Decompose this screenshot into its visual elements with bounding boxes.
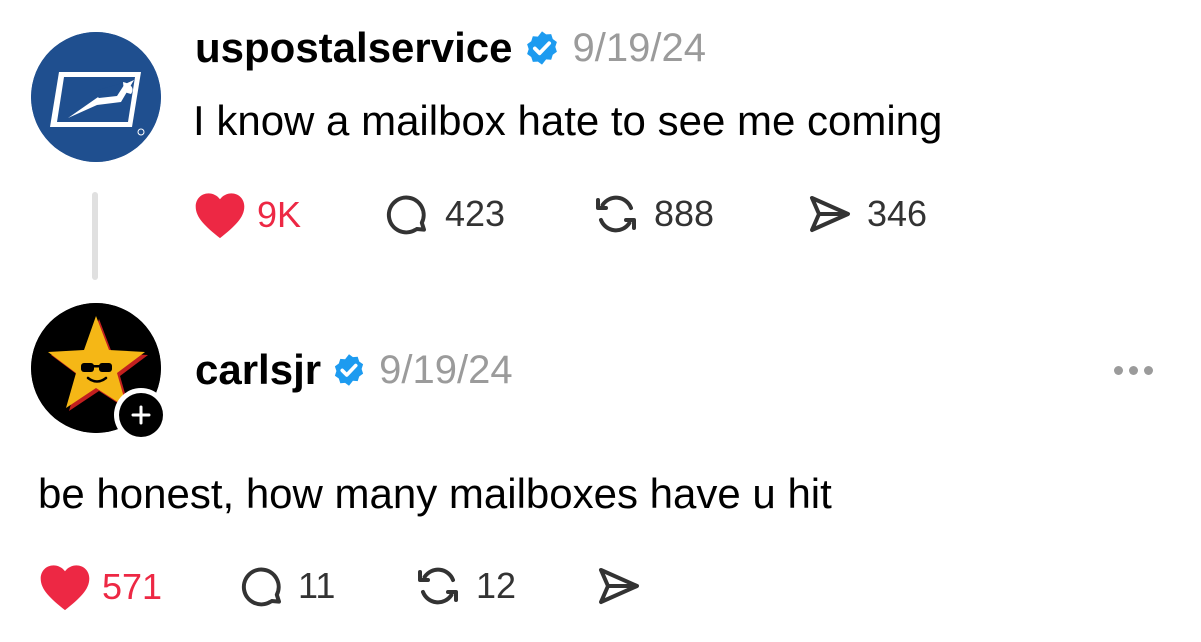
share-button[interactable]: 346 [805, 190, 927, 238]
heart-filled-icon [195, 193, 245, 239]
reply-count: 11 [298, 565, 336, 606]
send-icon [599, 568, 639, 604]
repost-count: 888 [654, 193, 715, 234]
thread-line [92, 192, 98, 280]
plus-icon [131, 405, 151, 425]
like-count: 9K [257, 194, 302, 235]
reply-button[interactable]: 423 [383, 190, 505, 238]
repost-button[interactable]: 12 [412, 562, 516, 610]
send-icon [810, 196, 850, 232]
follow-button[interactable] [114, 388, 168, 442]
reply-button[interactable]: 11 [238, 562, 335, 610]
post-header: uspostalservice 9/19/24 [195, 23, 706, 73]
post-text: be honest, how many mailboxes have u hit [38, 470, 832, 517]
verified-badge-icon [331, 352, 367, 388]
share-count: 346 [867, 193, 928, 234]
repost-icon [596, 195, 636, 233]
post-text: I know a mailbox hate to see me coming [193, 97, 943, 144]
post-date: 9/19/24 [379, 348, 513, 392]
like-count: 571 [102, 566, 163, 607]
more-options-icon[interactable] [1114, 366, 1153, 375]
post-date: 9/19/24 [572, 26, 706, 70]
share-button[interactable] [594, 562, 656, 610]
like-button[interactable]: 9K [193, 190, 301, 240]
reply-count: 423 [445, 193, 506, 234]
username[interactable]: uspostalservice [195, 23, 513, 73]
post-header: carlsjr 9/19/24 [195, 345, 513, 395]
repost-button[interactable]: 888 [590, 190, 714, 238]
username[interactable]: carlsjr [195, 345, 321, 395]
like-button[interactable]: 571 [38, 562, 162, 612]
comment-bubble-icon [386, 195, 426, 235]
comment-bubble-icon [241, 567, 281, 607]
avatar-uspostalservice[interactable] [31, 32, 161, 162]
verified-badge-icon [523, 29, 561, 67]
usps-eagle-logo-icon [31, 32, 161, 162]
heart-filled-icon [40, 565, 90, 611]
repost-icon [418, 567, 458, 605]
repost-count: 12 [476, 565, 517, 606]
